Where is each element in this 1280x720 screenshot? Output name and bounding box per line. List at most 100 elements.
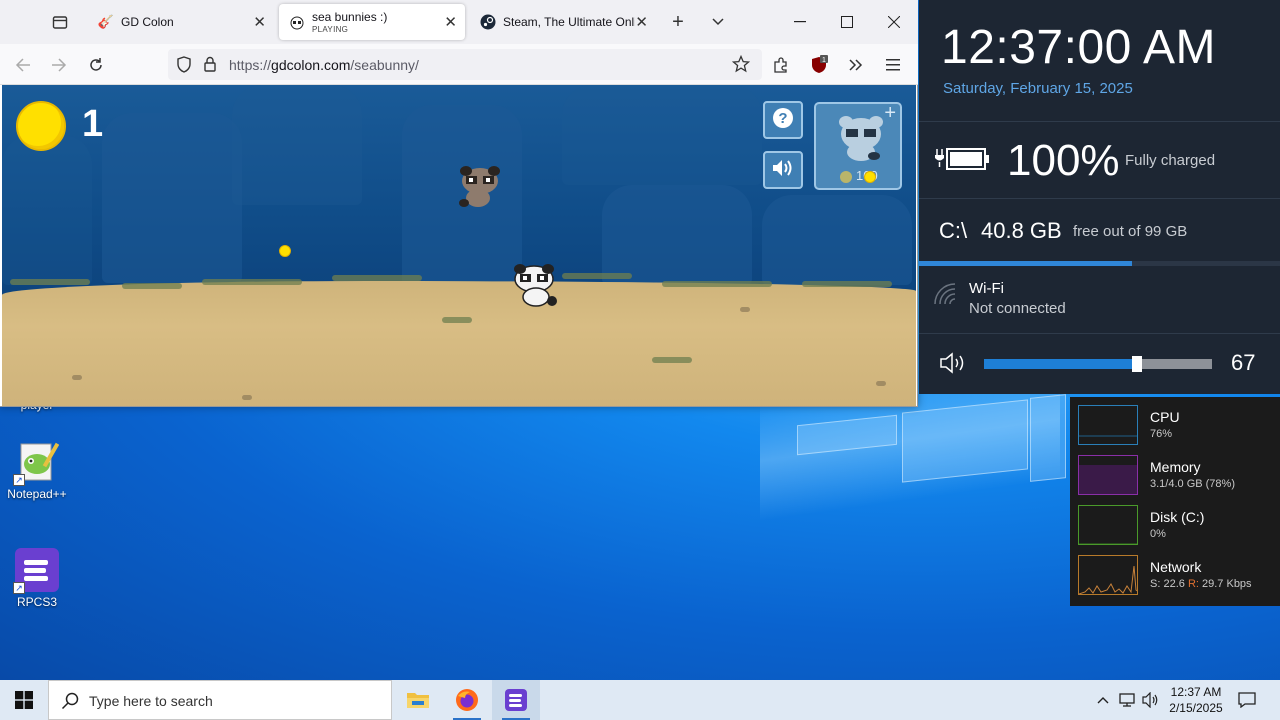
tab-title: GD Colon <box>121 15 174 29</box>
perf-row-network: Network S: 22.6 R: 29.7 Kbps <box>1078 555 1278 597</box>
desktop-icon-notepadpp[interactable]: ↗ Notepad++ <box>0 440 74 501</box>
browser-window: 🎸 GD Colon ✕ sea bunnies :) PLAYING ✕ Ste… <box>0 0 918 407</box>
sound-toggle-button[interactable] <box>763 151 803 189</box>
windows-logo-icon <box>15 691 33 709</box>
network-receive-label: R: <box>1187 578 1199 590</box>
wallpaper-window-pane <box>902 399 1028 483</box>
floating-coin[interactable] <box>279 245 291 257</box>
floating-coin[interactable] <box>864 171 876 183</box>
cpu-graph <box>1078 405 1138 445</box>
seaweed <box>662 281 772 287</box>
perf-name: Memory <box>1150 459 1201 475</box>
taskbar-time: 12:37 AM <box>1170 685 1222 699</box>
seaweed <box>10 279 90 285</box>
background-rock <box>562 85 762 185</box>
search-placeholder: Type here to search <box>89 693 213 709</box>
url-text: https://gdcolon.com/seabunny/ <box>229 57 419 73</box>
background-rock <box>602 185 752 285</box>
reload-icon[interactable] <box>83 52 109 78</box>
network-disconnected-icon[interactable] <box>1116 680 1138 720</box>
disk-capacity-info: free out of 99 GB <box>1073 223 1188 240</box>
overflow-chevrons-icon[interactable] <box>843 52 869 78</box>
navigation-toolbar: https://gdcolon.com/seabunny/ 1 <box>0 44 918 85</box>
perf-row-cpu: CPU 76% <box>1078 405 1278 447</box>
taskbar-clock[interactable]: 12:37 AM 2/15/2025 <box>1164 684 1228 716</box>
pebble <box>242 395 252 400</box>
tab-bar: 🎸 GD Colon ✕ sea bunnies :) PLAYING ✕ Ste… <box>0 0 918 44</box>
wallpaper-window-pane <box>1030 394 1066 482</box>
taskbar-date: 2/15/2025 <box>1169 701 1223 715</box>
tab-steam[interactable]: Steam, The Ultimate Onli ✕ <box>470 4 656 40</box>
address-bar[interactable]: https://gdcolon.com/seabunny/ <box>168 49 762 80</box>
coin-count: 1 <box>82 103 104 145</box>
coin-counter-icon <box>16 101 66 151</box>
forward-arrow-icon[interactable] <box>46 52 72 78</box>
close-window-icon[interactable] <box>882 10 906 34</box>
bunny-favicon-icon <box>289 14 305 30</box>
hamburger-menu-icon[interactable] <box>880 52 906 78</box>
desktop-icon-rpcs3[interactable]: ↗ RPCS3 <box>0 548 74 609</box>
battery-charging-icon <box>935 148 989 170</box>
seaweed <box>442 317 472 323</box>
clock-date: Saturday, February 15, 2025 <box>943 80 1133 97</box>
back-arrow-icon[interactable] <box>10 52 36 78</box>
network-send-value: 22.6 <box>1163 578 1185 590</box>
tab-sea-bunnies[interactable]: sea bunnies :) PLAYING ✕ <box>279 4 465 40</box>
game-canvas[interactable]: 1 ? + 100 <box>2 85 916 406</box>
minimize-icon[interactable] <box>788 10 812 34</box>
firefox-view-button[interactable] <box>48 10 72 34</box>
volume-slider-thumb[interactable] <box>1131 356 1142 372</box>
seaweed <box>652 357 692 363</box>
perf-value: 0% <box>1150 528 1166 540</box>
desktop-icon-label: RPCS3 <box>16 595 57 609</box>
notification-center-icon[interactable] <box>1234 680 1260 720</box>
desktop-icon-label: Notepad++ <box>7 487 67 501</box>
new-tab-icon[interactable]: + <box>666 10 690 34</box>
network-send-label: S: <box>1150 578 1161 590</box>
background-rock <box>762 195 912 285</box>
performance-monitor: CPU 76% Memory 3.1/4.0 GB (78%) Disk (C:… <box>1070 397 1280 606</box>
battery-percent: 100% <box>1007 136 1120 185</box>
guitar-icon: 🎸 <box>97 14 115 29</box>
close-tab-icon[interactable]: ✕ <box>444 13 457 31</box>
volume-slider-track[interactable] <box>984 359 1212 369</box>
close-tab-icon[interactable]: ✕ <box>635 13 648 31</box>
tab-playing-label: PLAYING <box>312 25 349 34</box>
background-rock <box>232 85 362 205</box>
tab-title: Steam, The Ultimate Onli <box>503 15 635 29</box>
system-info-panel: 12:37:00 AM Saturday, February 15, 2025 … <box>919 0 1280 394</box>
buy-bunny-card[interactable]: + 100 <box>814 102 902 190</box>
extensions-puzzle-icon[interactable] <box>768 52 794 78</box>
file-explorer-icon[interactable] <box>394 680 442 720</box>
tab-gd-colon[interactable]: 🎸 GD Colon ✕ <box>88 4 274 40</box>
firefox-taskbar-icon[interactable] <box>443 680 491 720</box>
bookmark-star-icon[interactable] <box>731 54 751 78</box>
battery-status: Fully charged <box>1125 152 1216 169</box>
seaweed <box>802 281 892 287</box>
volume-slider-fill <box>984 359 1137 369</box>
sea-bunny-white[interactable] <box>510 261 562 309</box>
perf-value: 76% <box>1150 428 1173 440</box>
sea-floor-sand <box>2 281 916 406</box>
speaker-volume-icon[interactable] <box>940 352 968 374</box>
question-mark-icon: ? <box>772 107 794 134</box>
pebble <box>876 381 886 386</box>
speaker-icon <box>772 159 794 182</box>
tracking-protection-shield-icon[interactable] <box>176 56 192 78</box>
close-tab-icon[interactable]: ✕ <box>253 13 266 31</box>
notepadpp-icon: ↗ <box>13 440 59 486</box>
show-hidden-icons-chevron-icon[interactable] <box>1092 680 1114 720</box>
rpcs3-taskbar-icon[interactable] <box>492 680 540 720</box>
sea-bunny-brown[interactable] <box>456 163 504 209</box>
ublock-origin-icon[interactable]: 1 <box>806 52 832 78</box>
disk-drive-label: C:\ <box>939 218 968 243</box>
list-tabs-chevron-icon[interactable] <box>706 10 730 34</box>
help-button[interactable]: ? <box>763 101 803 139</box>
svg-text:?: ? <box>778 110 787 127</box>
start-button[interactable] <box>0 680 48 720</box>
price-coin-icon <box>840 171 852 183</box>
lock-icon[interactable] <box>203 56 217 77</box>
tray-volume-icon[interactable] <box>1140 680 1162 720</box>
maximize-icon[interactable] <box>835 10 859 34</box>
taskbar-search-box[interactable]: Type here to search <box>48 680 392 720</box>
